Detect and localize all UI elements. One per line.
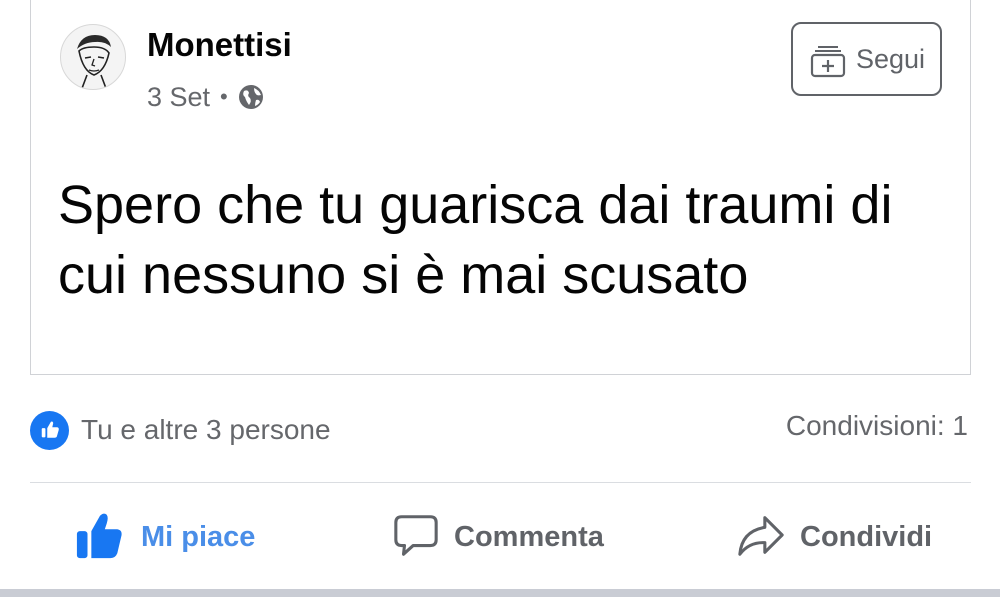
share-label: Condividi	[800, 520, 933, 553]
share-arrow-icon	[736, 510, 786, 565]
follow-button[interactable]: Segui	[791, 22, 942, 96]
add-follow-icon	[808, 39, 848, 79]
reactions-summary[interactable]: Tu e altre 3 persone	[30, 408, 331, 452]
follow-label: Segui	[855, 43, 926, 74]
post-meta: 3 Set •	[147, 81, 265, 113]
comment-icon	[392, 511, 440, 564]
divider	[30, 482, 971, 483]
reactions-text: Tu e altre 3 persone	[81, 414, 331, 445]
author-name[interactable]: Monettisi	[147, 26, 292, 64]
comment-label: Commenta	[454, 520, 604, 553]
post-text: Spero che tu guarisca dai traumi di cui …	[58, 175, 893, 305]
meta-separator: •	[220, 84, 228, 109]
comment-button[interactable]: Commenta	[392, 505, 604, 569]
like-label: Mi piace	[141, 520, 256, 553]
post-date[interactable]: 3 Set	[147, 82, 210, 113]
thumbs-up-icon	[75, 510, 125, 565]
like-badge-icon	[30, 410, 69, 450]
avatar[interactable]	[60, 24, 126, 90]
bottom-separator	[0, 589, 1000, 597]
shares-count[interactable]: Condivisioni: 1	[786, 410, 968, 442]
like-button[interactable]: Mi piace	[75, 505, 255, 569]
globe-icon	[237, 83, 265, 111]
share-button[interactable]: Condividi	[736, 505, 932, 569]
